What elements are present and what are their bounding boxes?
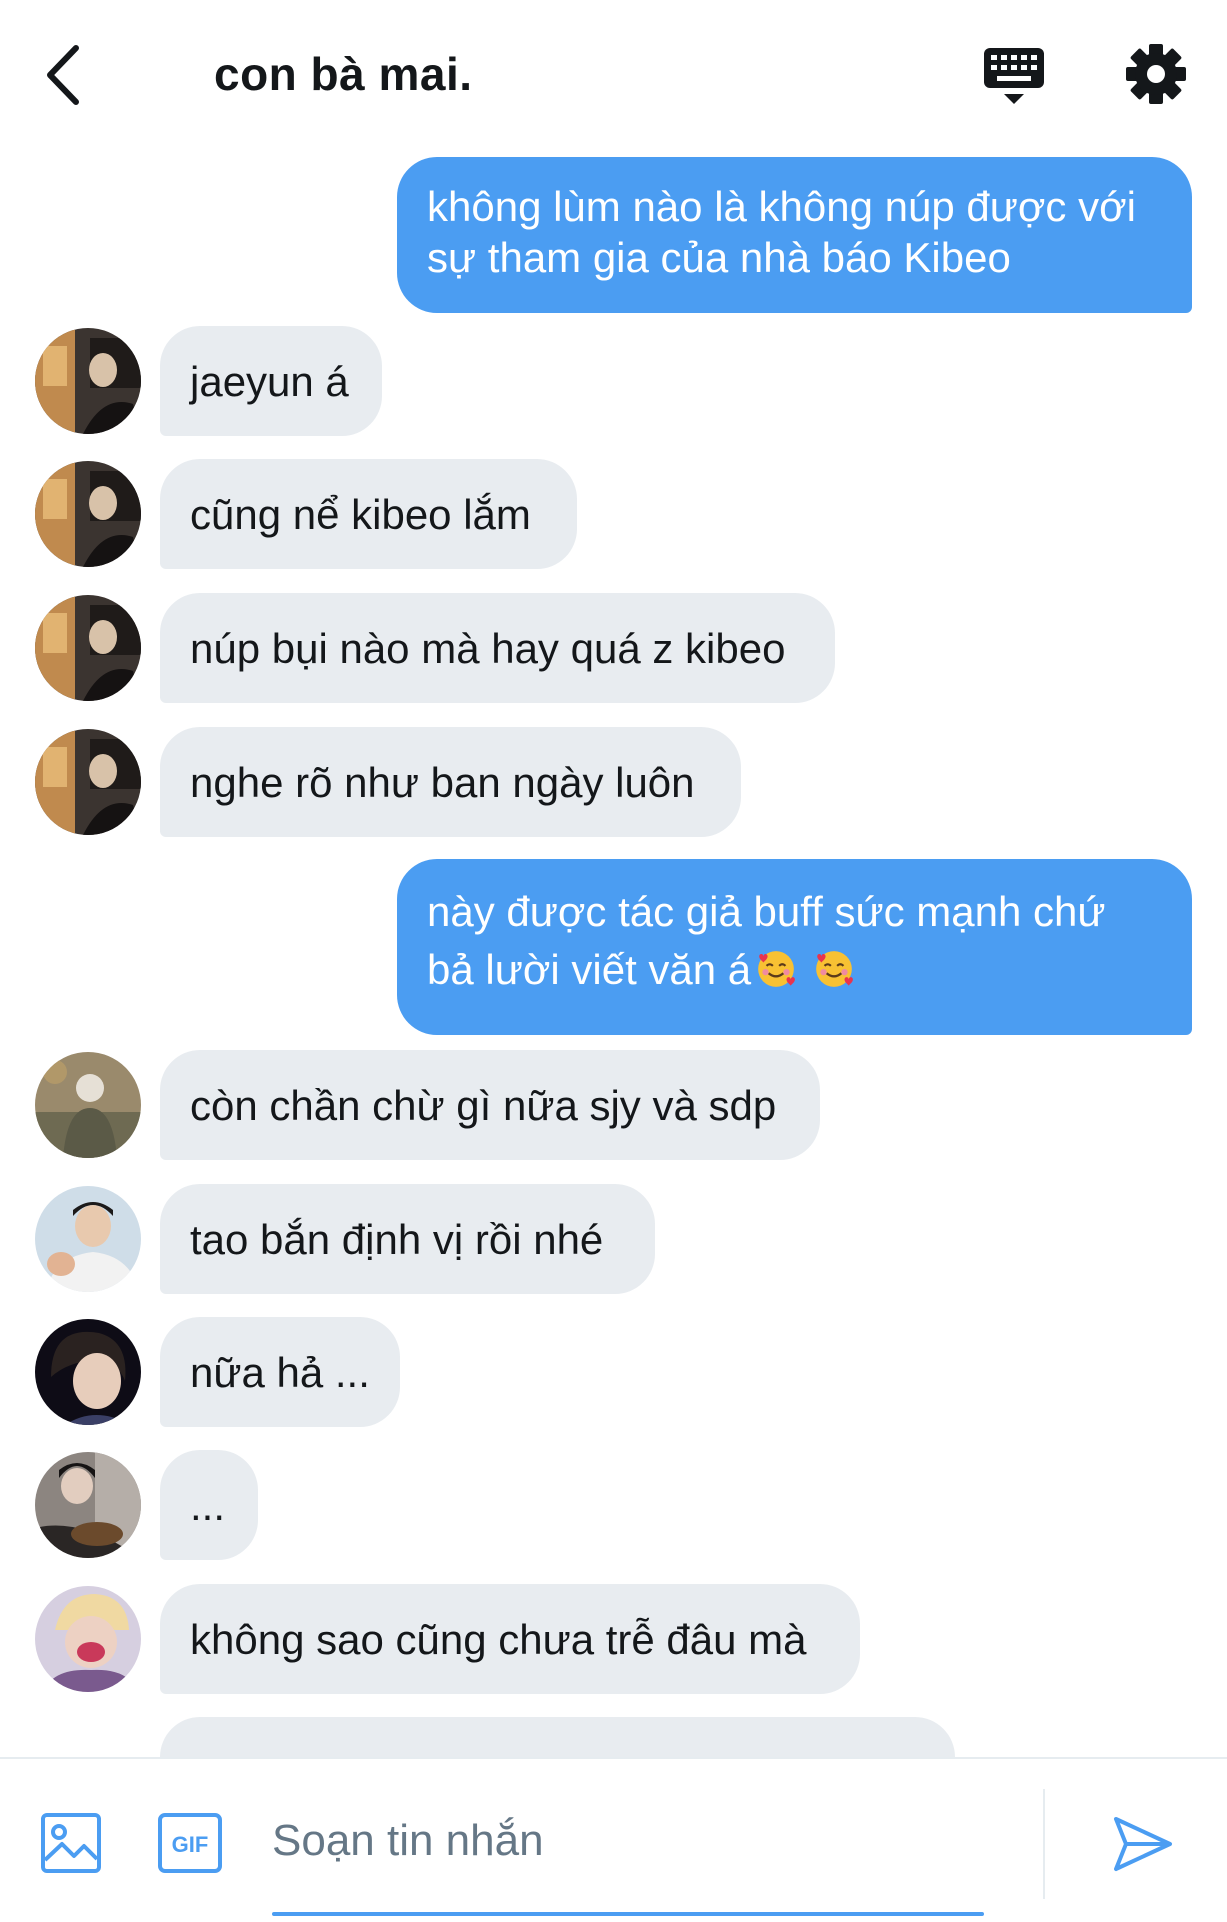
avatar-image — [35, 328, 141, 434]
avatar[interactable] — [35, 729, 141, 835]
avatar[interactable] — [35, 1452, 141, 1558]
message-list[interactable]: không lùm nào là không núp được với sự t… — [0, 0, 1227, 1757]
send-icon — [1114, 1817, 1172, 1871]
message-text-line: này được tác giả buff sức mạnh chứ — [427, 888, 1106, 935]
message-text-line: bả lười viết văn á — [427, 941, 1162, 999]
message-text: núp bụi nào mà hay quá z kibeo — [190, 624, 786, 672]
avatar[interactable] — [35, 1186, 141, 1292]
avatar-image — [35, 1319, 141, 1425]
avatar[interactable] — [35, 328, 141, 434]
add-gif-button[interactable]: GIF — [157, 1812, 223, 1874]
incoming-message[interactable]: còn chần chừ gì nữa sjy và sdp — [160, 1050, 820, 1160]
message-text: nữa hả ... — [190, 1348, 370, 1396]
message-text: ... — [190, 1481, 226, 1529]
avatar-image — [35, 461, 141, 567]
incoming-message[interactable]: không sao cũng chưa trễ đâu mà — [160, 1584, 860, 1694]
incoming-message[interactable]: nghe rõ như ban ngày luôn — [160, 727, 741, 837]
incoming-message[interactable]: tao bắn định vị rồi nhé — [160, 1184, 655, 1294]
message-text-line: sự tham gia của nhà báo Kibeo — [427, 234, 1011, 281]
add-image-button[interactable] — [40, 1812, 102, 1874]
message-text: cũng nể kibeo lắm — [190, 490, 531, 538]
avatar[interactable] — [35, 1052, 141, 1158]
message-text-line: không lùm nào là không núp được với — [427, 183, 1136, 230]
outgoing-message[interactable]: này được tác giả buff sức mạnh chứ bả lư… — [397, 859, 1192, 1035]
message-composer: GIF — [0, 1757, 1227, 1922]
message-text: jaeyun á — [190, 357, 349, 405]
incoming-message[interactable]: cũng nể kibeo lắm — [160, 459, 577, 569]
send-button[interactable] — [1110, 1811, 1176, 1877]
avatar-image — [35, 729, 141, 835]
avatar-image — [35, 1452, 141, 1558]
incoming-message[interactable]: jaeyun á — [160, 326, 382, 436]
outgoing-message[interactable]: không lùm nào là không núp được với sự t… — [397, 157, 1192, 313]
incoming-message[interactable]: nữa hả ... — [160, 1317, 400, 1427]
avatar[interactable] — [35, 461, 141, 567]
image-icon — [41, 1813, 101, 1873]
gif-icon: GIF — [158, 1813, 222, 1873]
incoming-message-partial[interactable] — [160, 1717, 955, 1757]
message-text: tao bắn định vị rồi nhé — [190, 1215, 604, 1263]
message-text: nghe rõ như ban ngày luôn — [190, 758, 695, 806]
input-underline — [272, 1912, 984, 1916]
avatar-image — [35, 1186, 141, 1292]
avatar-image — [35, 595, 141, 701]
message-text: không sao cũng chưa trễ đâu mà — [190, 1615, 807, 1663]
incoming-message[interactable]: ... — [160, 1450, 258, 1560]
message-input[interactable] — [272, 1799, 984, 1883]
svg-text:GIF: GIF — [172, 1832, 209, 1857]
smiling-face-with-hearts-icon — [813, 948, 855, 990]
incoming-message[interactable]: núp bụi nào mà hay quá z kibeo — [160, 593, 835, 703]
smiling-face-with-hearts-icon — [755, 948, 797, 990]
avatar-image — [35, 1052, 141, 1158]
composer-divider — [1043, 1789, 1045, 1899]
avatar[interactable] — [35, 1586, 141, 1692]
message-text: còn chần chừ gì nữa sjy và sdp — [190, 1081, 777, 1129]
avatar[interactable] — [35, 595, 141, 701]
avatar-image — [35, 1586, 141, 1692]
avatar[interactable] — [35, 1319, 141, 1425]
